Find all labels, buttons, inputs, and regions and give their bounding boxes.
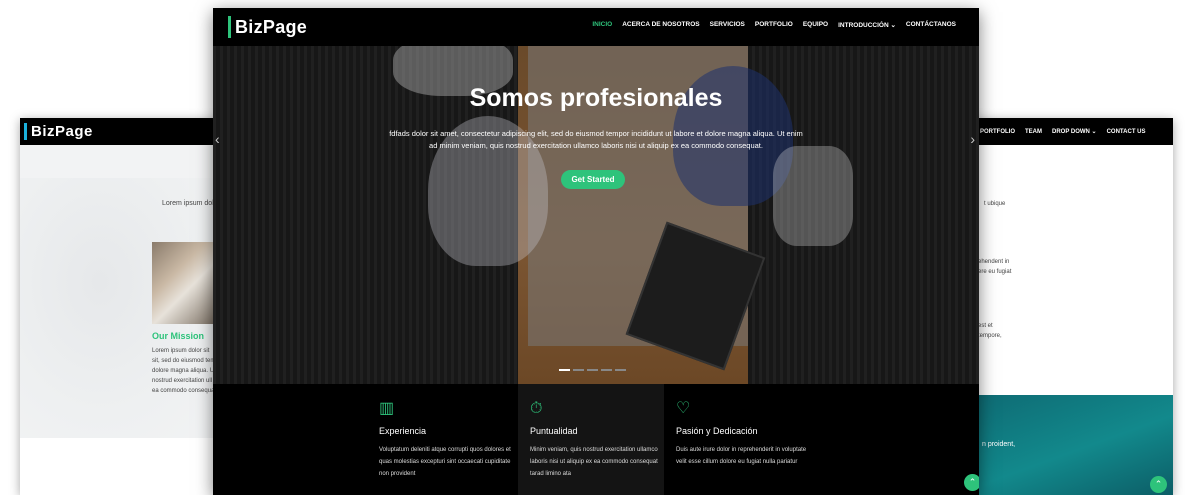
nav-team[interactable]: TEAM [1025, 129, 1042, 135]
nav-dropdown[interactable]: DROP DOWN ⌄ [1052, 128, 1097, 135]
menu-portfolio[interactable]: PORTFOLIO [755, 21, 793, 29]
feature-pasion: ♡ Pasión y Dedicación Duis aute irure do… [664, 384, 810, 495]
feature-puntualidad: ⏱ Puntualidad Minim veniam, quis nostrud… [518, 384, 664, 495]
right-text-line: ere eu fugiat [978, 269, 1012, 275]
logo-accent-bar [228, 16, 231, 38]
carousel-prev-icon[interactable]: ‹ [215, 131, 220, 147]
menu-inicio[interactable]: INICIO [592, 21, 612, 29]
right-text-line: ehendent in [978, 259, 1010, 265]
left-lorem-text: Lorem ipsum dolo [162, 200, 218, 207]
feature-text: Duis aute irure dolor in reprehenderit i… [676, 447, 807, 465]
carousel-indicator[interactable] [573, 369, 584, 371]
nav-contact-us[interactable]: CONTACT US [1107, 129, 1146, 135]
menu-contactanos[interactable]: CONTÁCTANOS [906, 21, 956, 29]
main-header: BizPage INICIO ACERCA DE NOSOTROS SERVIC… [213, 8, 979, 46]
carousel-indicator[interactable] [587, 369, 598, 371]
book-icon: ▥ [379, 400, 395, 417]
hero-photo-chair [773, 146, 853, 246]
carousel-indicators [559, 369, 626, 371]
back-to-top-icon[interactable]: ⌃ [1150, 476, 1167, 493]
right-navbar: PORTFOLIO TEAM DROP DOWN ⌄ CONTACT US [962, 118, 1173, 145]
main-screen: BizPage INICIO ACERCA DE NOSOTROS SERVIC… [213, 8, 979, 495]
nav-portfolio[interactable]: PORTFOLIO [980, 129, 1015, 135]
right-text-line: t ubique [984, 201, 1006, 207]
feature-title: Puntualidad [530, 426, 578, 436]
feature-title: Pasión y Dedicación [676, 426, 758, 436]
teal-text: n proident, [982, 441, 1016, 448]
mission-title: Our Mission [152, 331, 205, 341]
teal-section: n proident, [962, 395, 1173, 495]
menu-acerca[interactable]: ACERCA DE NOSOTROS [622, 21, 699, 29]
heart-icon: ♡ [676, 400, 691, 417]
hero-description: fdfads dolor sit amet, consectetur adipi… [389, 129, 803, 150]
get-started-button[interactable]: Get Started [561, 170, 625, 189]
stopwatch-icon: ⏱ [530, 400, 543, 417]
carousel-indicator[interactable] [601, 369, 612, 371]
left-logo[interactable]: BizPage [31, 123, 93, 140]
carousel-next-icon[interactable]: › [970, 131, 975, 147]
feature-title: Experiencia [379, 426, 427, 436]
mission-text: Lorem ipsum dolor sit sit, sed do eiusmo… [152, 348, 218, 394]
features-section: ▥ Experiencia Voluptatum deleniti atque … [213, 384, 979, 495]
left-screen: BizPage Lorem ipsum dolo Our Mission Lor… [20, 118, 220, 495]
mission-photo [152, 242, 220, 324]
left-footer-area [20, 438, 220, 495]
main-menu: INICIO ACERCA DE NOSOTROS SERVICIOS PORT… [592, 21, 956, 29]
feature-text: Minim veniam, quis nostrud exercitation … [530, 447, 658, 477]
main-logo[interactable]: BizPage [235, 17, 307, 38]
carousel-indicator[interactable] [559, 369, 570, 371]
logo-accent-bar [24, 123, 27, 140]
right-text-line: tempore, [978, 333, 1002, 339]
hero-title: Somos profesionales [469, 84, 723, 112]
right-text-line: est et [978, 323, 993, 329]
right-screen: PORTFOLIO TEAM DROP DOWN ⌄ CONTACT US t … [962, 118, 1173, 495]
menu-equipo[interactable]: EQUIPO [803, 21, 828, 29]
carousel-indicator[interactable] [615, 369, 626, 371]
mockup-stage: BizPage Lorem ipsum dolo Our Mission Lor… [0, 0, 1194, 495]
menu-introduccion[interactable]: INTRODUCCIÓN ⌄ [838, 21, 896, 29]
feature-experiencia: ▥ Experiencia Voluptatum deleniti atque … [367, 384, 513, 495]
feature-text: Voluptatum deleniti atque corrupti quos … [379, 447, 511, 477]
menu-servicios[interactable]: SERVICIOS [710, 21, 745, 29]
back-to-top-icon[interactable]: ⌃ [964, 474, 979, 491]
left-navbar: BizPage [20, 118, 220, 145]
hero-carousel: Somos profesionales fdfads dolor sit ame… [213, 46, 979, 384]
